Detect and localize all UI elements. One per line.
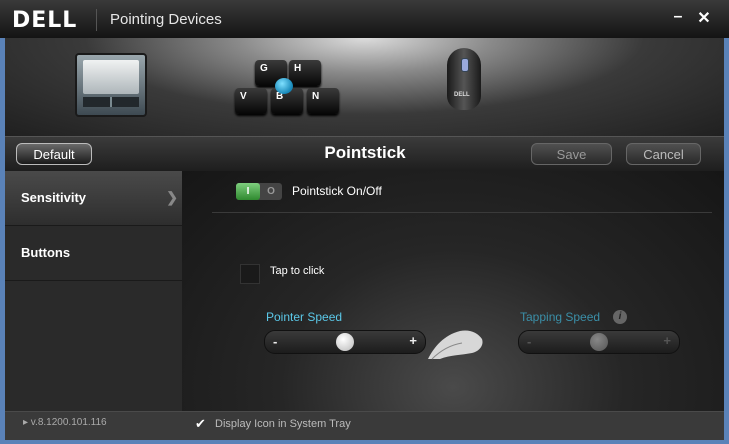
app-window: DELL Pointing Devices – ✕ G H V B N DELL <box>0 0 729 444</box>
slider-thumb[interactable] <box>336 333 354 351</box>
plus-icon: + <box>409 333 417 348</box>
touchpad-surface <box>83 60 139 94</box>
toolbar: Default Pointstick Save Cancel <box>5 136 724 171</box>
key-v: V <box>235 88 267 114</box>
mouse-wheel <box>461 58 469 72</box>
toggle-on-label: I <box>236 183 260 200</box>
sidebar-item-label: Buttons <box>21 245 71 260</box>
cancel-button[interactable]: Cancel <box>626 143 701 165</box>
default-button[interactable]: Default <box>16 143 92 165</box>
dell-logo: DELL <box>12 8 78 33</box>
pointstick-keys-icon[interactable]: G H V B N <box>227 60 347 130</box>
minimize-button[interactable]: – <box>668 8 688 26</box>
chevron-right-icon: ❯ <box>166 189 178 205</box>
title-separator <box>96 9 97 31</box>
tapping-speed-slider[interactable]: - + <box>518 330 680 354</box>
key-n: N <box>307 88 339 114</box>
pointer-speed-slider[interactable]: - + <box>264 330 426 354</box>
tap-to-click-label: Tap to click <box>270 265 325 277</box>
title-bar[interactable]: DELL Pointing Devices – ✕ <box>0 0 729 38</box>
info-icon[interactable]: i <box>613 310 627 324</box>
touchpad-icon[interactable] <box>75 53 147 117</box>
window-title: Pointing Devices <box>110 11 222 28</box>
system-tray-checkbox[interactable]: ✔ <box>195 416 209 431</box>
toggle-off-label: O <box>267 186 275 197</box>
tap-to-click-checkbox[interactable] <box>240 264 260 284</box>
key-h: H <box>289 60 321 86</box>
close-button[interactable]: ✕ <box>694 8 714 28</box>
mouse-icon[interactable]: DELL <box>447 48 481 110</box>
divider <box>212 212 712 213</box>
save-button[interactable]: Save <box>531 143 612 165</box>
touchpad-buttons <box>83 97 139 107</box>
pointstick-hand-icon <box>428 330 483 360</box>
pointer-speed-label: Pointer Speed <box>266 310 343 324</box>
sidebar-item-label: Sensitivity <box>21 190 87 205</box>
sidebar-item-sensitivity[interactable]: Sensitivity ❯ <box>5 171 182 226</box>
sidebar: Sensitivity ❯ Buttons <box>5 171 182 411</box>
tapping-speed-label: Tapping Speed <box>520 310 601 324</box>
sidebar-item-buttons[interactable]: Buttons <box>5 226 182 281</box>
minus-icon: - <box>273 334 278 349</box>
system-tray-label: Display Icon in System Tray <box>215 418 351 430</box>
pointstick-toggle[interactable]: I O <box>236 183 282 200</box>
plus-icon: + <box>663 333 671 348</box>
pointstick-toggle-label: Pointstick On/Off <box>292 184 382 198</box>
minus-icon: - <box>527 334 532 349</box>
slider-thumb[interactable] <box>590 333 608 351</box>
content-frame: G H V B N DELL Default Pointstick Save C… <box>5 38 724 440</box>
settings-panel: I O Pointstick On/Off Tap to click Point… <box>182 171 724 411</box>
pointstick-nub-icon <box>275 78 293 94</box>
page-title: Pointstick <box>324 143 406 162</box>
mouse-brand: DELL <box>454 92 470 98</box>
footer-bar: ▸ v.8.1200.101.116 ✔ Display Icon in Sys… <box>5 411 724 440</box>
device-banner: G H V B N DELL <box>5 38 724 136</box>
version-label: ▸ v.8.1200.101.116 <box>23 417 107 428</box>
